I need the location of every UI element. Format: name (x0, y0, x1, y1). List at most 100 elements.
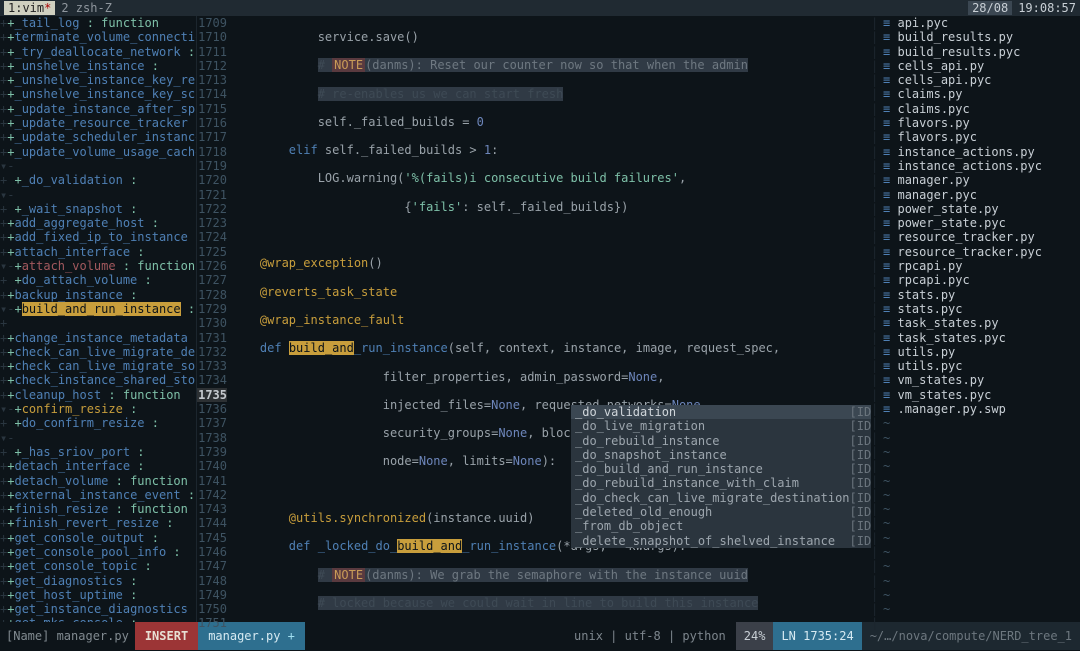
tagbar-item[interactable]: ▾-+attach_volume : function (0, 259, 196, 273)
tagbar-item[interactable]: ++_unshelve_instance_key_resto (0, 73, 196, 87)
tagbar-item[interactable]: ++check_can_live_migrate_desti (0, 345, 196, 359)
file-tree-item[interactable]: ≡ stats.pyc (883, 302, 1080, 316)
autocomplete-item[interactable]: _deleted_old_enough[ID] (571, 505, 871, 519)
tmux-tab[interactable]: 2 zsh-Z (61, 1, 112, 15)
autocomplete-item[interactable]: _do_build_and_run_instance[ID] (571, 462, 871, 476)
file-tree-item[interactable]: ≡ vm_states.pyc (883, 388, 1080, 402)
file-tree-item[interactable]: ≡ task_states.pyc (883, 331, 1080, 345)
autocomplete-item[interactable]: _do_check_can_live_migrate_destination[I… (571, 491, 871, 505)
tagbar-item[interactable]: + +_locked_do_build_and_run_i (0, 316, 196, 330)
statusline: [Name] manager.py INSERT manager.py + un… (0, 622, 1080, 650)
tagbar-item[interactable]: ++get_console_pool_info : func (0, 545, 196, 559)
file-tree-item[interactable]: ≡ rpcapi.pyc (883, 273, 1080, 287)
file-tree-item[interactable]: ≡ flavors.py (883, 116, 1080, 130)
tagbar-item[interactable]: ++check_can_live_migrate_sourc (0, 359, 196, 373)
file-tree-panel[interactable]: ≡ api.pyc ≡ build_results.py ≡ build_res… (883, 16, 1080, 622)
line-number: 1719 (197, 159, 227, 173)
tagbar-item[interactable]: ++_unshelve_instance_key_scrub (0, 87, 196, 101)
tagbar-item[interactable]: ++add_fixed_ip_to_instance : f (0, 230, 196, 244)
line-number: 1732 (197, 345, 227, 359)
line-number: 1729 (197, 302, 227, 316)
tmux-tab-active[interactable]: 1:vim* (4, 1, 55, 15)
line-number: 1717 (197, 130, 227, 144)
autocomplete-item[interactable]: _from_db_object[ID] (571, 519, 871, 533)
tagbar-item[interactable]: ▾-+deallocate_sriov_ports_on_re (0, 431, 196, 445)
file-tree-item[interactable]: ≡ manager.pyc (883, 188, 1080, 202)
file-tree-item[interactable]: ≡ vm_states.py (883, 373, 1080, 387)
tagbar-item[interactable]: + +_wait_snapshot : function (0, 202, 196, 216)
tagbar-item[interactable]: + +do_attach_volume : functio (0, 273, 196, 287)
tagbar-item[interactable]: ++_update_resource_tracker : f (0, 116, 196, 130)
line-number: 1735 (197, 388, 227, 402)
file-tree-item[interactable]: ≡ api.pyc (883, 16, 1080, 30)
file-tree-item[interactable]: ≡ build_results.pyc (883, 45, 1080, 59)
tagbar-item[interactable]: ++attach_interface : function (0, 245, 196, 259)
tagbar-item[interactable]: ++get_mks_console : function (0, 616, 196, 622)
file-tree-item[interactable]: ≡ .manager.py.swp (883, 402, 1080, 416)
tagbar-item[interactable]: ++backup_instance : function (0, 288, 196, 302)
tagbar-item[interactable]: ++finish_resize : function (0, 502, 196, 516)
tagbar-item[interactable]: ++_try_deallocate_network : fu (0, 45, 196, 59)
file-tree-item[interactable]: ≡ rpcapi.py (883, 259, 1080, 273)
tagbar-panel[interactable]: ++_tail_log : function ++terminate_volum… (0, 16, 197, 622)
tagbar-item[interactable]: ▾-+build_and_run_instance : fun (0, 302, 196, 316)
file-tree-item[interactable]: ≡ instance_actions.py (883, 145, 1080, 159)
editor-main: ++_tail_log : function ++terminate_volum… (0, 16, 1080, 622)
tagbar-item[interactable]: ++_unshelve_instance : functio (0, 59, 196, 73)
tagbar-item[interactable]: + +_has_sriov_port : function (0, 445, 196, 459)
file-tree-item[interactable]: ≡ claims.pyc (883, 102, 1080, 116)
tagbar-item[interactable]: ++_tail_log : function (0, 16, 196, 30)
tagbar-item[interactable]: ++detach_volume : function (0, 474, 196, 488)
tagbar-item[interactable]: ++check_instance_shared_storag (0, 373, 196, 387)
tagbar-item[interactable]: + +_do_validation : function (0, 173, 196, 187)
tagbar-item[interactable]: ++get_host_uptime : function (0, 588, 196, 602)
file-tree-item[interactable]: ≡ utils.py (883, 345, 1080, 359)
file-tree-item[interactable]: ≡ cells_api.pyc (883, 73, 1080, 87)
tagbar-item[interactable]: ++finish_revert_resize : funct (0, 516, 196, 530)
autocomplete-item[interactable]: _delete_snapshot_of_shelved_instance[ID] (571, 534, 871, 548)
tagbar-item[interactable]: ++get_instance_diagnostics : f (0, 602, 196, 616)
tagbar-item[interactable]: ++_update_volume_usage_cache : (0, 145, 196, 159)
tagbar-item[interactable]: ++_update_scheduler_instance_i (0, 130, 196, 144)
autocomplete-item[interactable]: _do_rebuild_instance_with_claim[ID] (571, 476, 871, 490)
autocomplete-popup[interactable]: _do_validation[ID]_do_live_migration[ID]… (571, 405, 871, 548)
tagbar-item[interactable]: ++detach_interface : function (0, 459, 196, 473)
line-number: 1718 (197, 145, 227, 159)
line-number: 1724 (197, 230, 227, 244)
file-tree-item[interactable]: ≡ manager.py (883, 173, 1080, 187)
tagbar-item[interactable]: ▾-+_validate_instance_group_pol (0, 159, 196, 173)
split-border: ||||||||||||||||||||||||||||||||||||||||… (871, 16, 883, 622)
file-tree-item[interactable]: ≡ utils.pyc (883, 359, 1080, 373)
autocomplete-item[interactable]: _do_snapshot_instance[ID] (571, 448, 871, 462)
tagbar-item[interactable]: ++change_instance_metadata : f (0, 331, 196, 345)
file-tree-item[interactable]: ≡ claims.py (883, 87, 1080, 101)
line-number: 1720 (197, 173, 227, 187)
tagbar-item[interactable]: ++cleanup_host : function (0, 388, 196, 402)
tagbar-item[interactable]: + +do_confirm_resize : functi (0, 416, 196, 430)
tagbar-item[interactable]: ++get_console_output : functio (0, 531, 196, 545)
autocomplete-item[interactable]: _do_rebuild_instance[ID] (571, 434, 871, 448)
line-number: 1714 (197, 87, 227, 101)
tagbar-item[interactable]: ++terminate_volume_connection (0, 30, 196, 44)
tagbar-item[interactable]: ++_update_instance_after_spawn (0, 102, 196, 116)
file-tree-item[interactable]: ≡ cells_api.py (883, 59, 1080, 73)
tagbar-item[interactable]: ▾-+confirm_resize : function (0, 402, 196, 416)
tagbar-item[interactable]: ++get_console_topic : function (0, 559, 196, 573)
line-number: 1745 (197, 531, 227, 545)
file-tree-item[interactable]: ≡ flavors.pyc (883, 130, 1080, 144)
file-tree-item[interactable]: ≡ task_states.py (883, 316, 1080, 330)
tagbar-item[interactable]: ▾-+_wait_for_snapshots_completi (0, 188, 196, 202)
file-tree-item[interactable]: ≡ stats.py (883, 288, 1080, 302)
code-editor[interactable]: service.save() # NOTE(danms): Reset our … (231, 16, 871, 622)
tagbar-item[interactable]: ++add_aggregate_host : functio (0, 216, 196, 230)
file-tree-item[interactable]: ≡ power_state.pyc (883, 216, 1080, 230)
autocomplete-item[interactable]: _do_live_migration[ID] (571, 419, 871, 433)
file-tree-item[interactable]: ≡ resource_tracker.pyc (883, 245, 1080, 259)
autocomplete-item[interactable]: _do_validation[ID] (571, 405, 871, 419)
file-tree-item[interactable]: ≡ power_state.py (883, 202, 1080, 216)
file-tree-item[interactable]: ≡ build_results.py (883, 30, 1080, 44)
file-tree-item[interactable]: ≡ instance_actions.pyc (883, 159, 1080, 173)
tagbar-item[interactable]: ++external_instance_event : fu (0, 488, 196, 502)
tagbar-item[interactable]: ++get_diagnostics : function (0, 574, 196, 588)
file-tree-item[interactable]: ≡ resource_tracker.py (883, 230, 1080, 244)
